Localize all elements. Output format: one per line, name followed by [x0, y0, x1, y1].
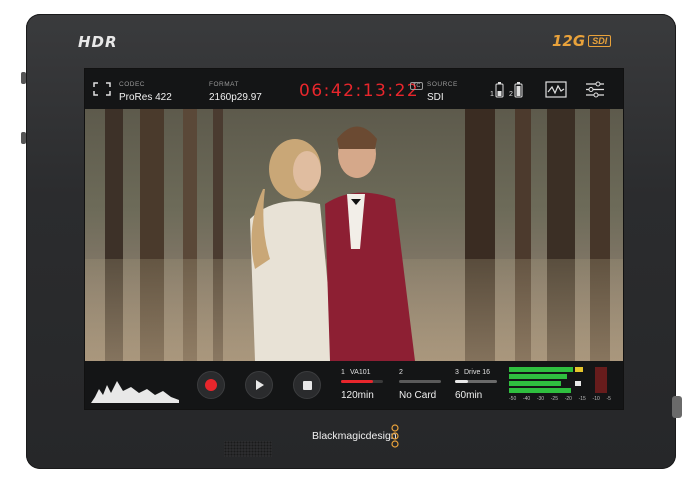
audio-meters[interactable]: -50 -40 -30 -25 -20 -15 -10 -5 [509, 365, 611, 405]
brand-logo: Blackmagicdesign [312, 424, 399, 448]
source-label: SOURCE [427, 81, 458, 88]
slot-3-time: 60min [455, 390, 483, 401]
battery-1-label: 1 [490, 91, 494, 98]
meter-scale-50: -50 [509, 396, 517, 402]
12g-sdi-badge: 12G SDI [552, 32, 612, 50]
record-icon [205, 379, 217, 391]
format-value[interactable]: 2160p29.97 [209, 92, 262, 103]
meter-scale-20: -20 [564, 396, 572, 402]
slot-1-name: VA101 [350, 369, 371, 376]
hdr-logo: HDR [78, 33, 118, 51]
stop-button[interactable] [293, 371, 321, 399]
source-value[interactable]: SDI [427, 92, 444, 103]
speaker-grille [224, 441, 272, 457]
transport-bar: 1 VA101 120min 2 No Card 3 Drive 16 60mi… [85, 361, 623, 409]
codec-value[interactable]: ProRes 422 [119, 92, 172, 103]
video-preview [85, 109, 623, 361]
side-button-lower[interactable] [21, 132, 26, 144]
settings-sliders-icon[interactable] [585, 81, 605, 98]
play-button[interactable] [245, 371, 273, 399]
fullscreen-icon[interactable] [93, 82, 111, 96]
codec-label: CODEC [119, 81, 145, 88]
histogram-display[interactable] [91, 367, 179, 403]
side-button-upper[interactable] [21, 72, 26, 84]
meter-scale-25: -25 [550, 396, 558, 402]
format-label: FORMAT [209, 81, 239, 88]
meter-scale-40: -40 [522, 396, 531, 402]
brand-name: Blackmagicdesign [312, 430, 397, 442]
stop-icon [302, 380, 312, 390]
record-button[interactable] [197, 371, 225, 399]
badge-12g: 12G [552, 32, 586, 50]
badge-sdi: SDI [588, 35, 612, 47]
meter-scale-15: -15 [578, 396, 586, 402]
meter-scale-5: -5 [606, 396, 611, 402]
status-bar: CODEC ProRes 422 FORMAT 2160p29.97 06:42… [85, 69, 623, 109]
touch-screen[interactable]: CODEC ProRes 422 FORMAT 2160p29.97 06:42… [84, 68, 624, 410]
slot-1-number: 1 [341, 369, 345, 376]
meter-scale-10: -10 [592, 396, 600, 402]
timecode-display[interactable]: 06:42:13:22 [299, 81, 419, 101]
battery-icon[interactable]: 1 2 [490, 80, 530, 100]
tc-badge: TC [410, 82, 424, 90]
meter-scale-30: -30 [536, 396, 545, 402]
power-connector [672, 396, 682, 418]
slot-3-number: 3 [455, 369, 459, 376]
slot-1-time: 120min [341, 390, 374, 401]
play-icon [256, 380, 264, 390]
battery-2-label: 2 [509, 91, 513, 98]
slot-2-time: No Card [399, 390, 437, 401]
brand-mark-icon [391, 424, 399, 448]
scope-icon[interactable] [545, 81, 567, 98]
slot-2-number: 2 [399, 369, 403, 376]
slot-3-name: Drive 16 [464, 369, 491, 376]
